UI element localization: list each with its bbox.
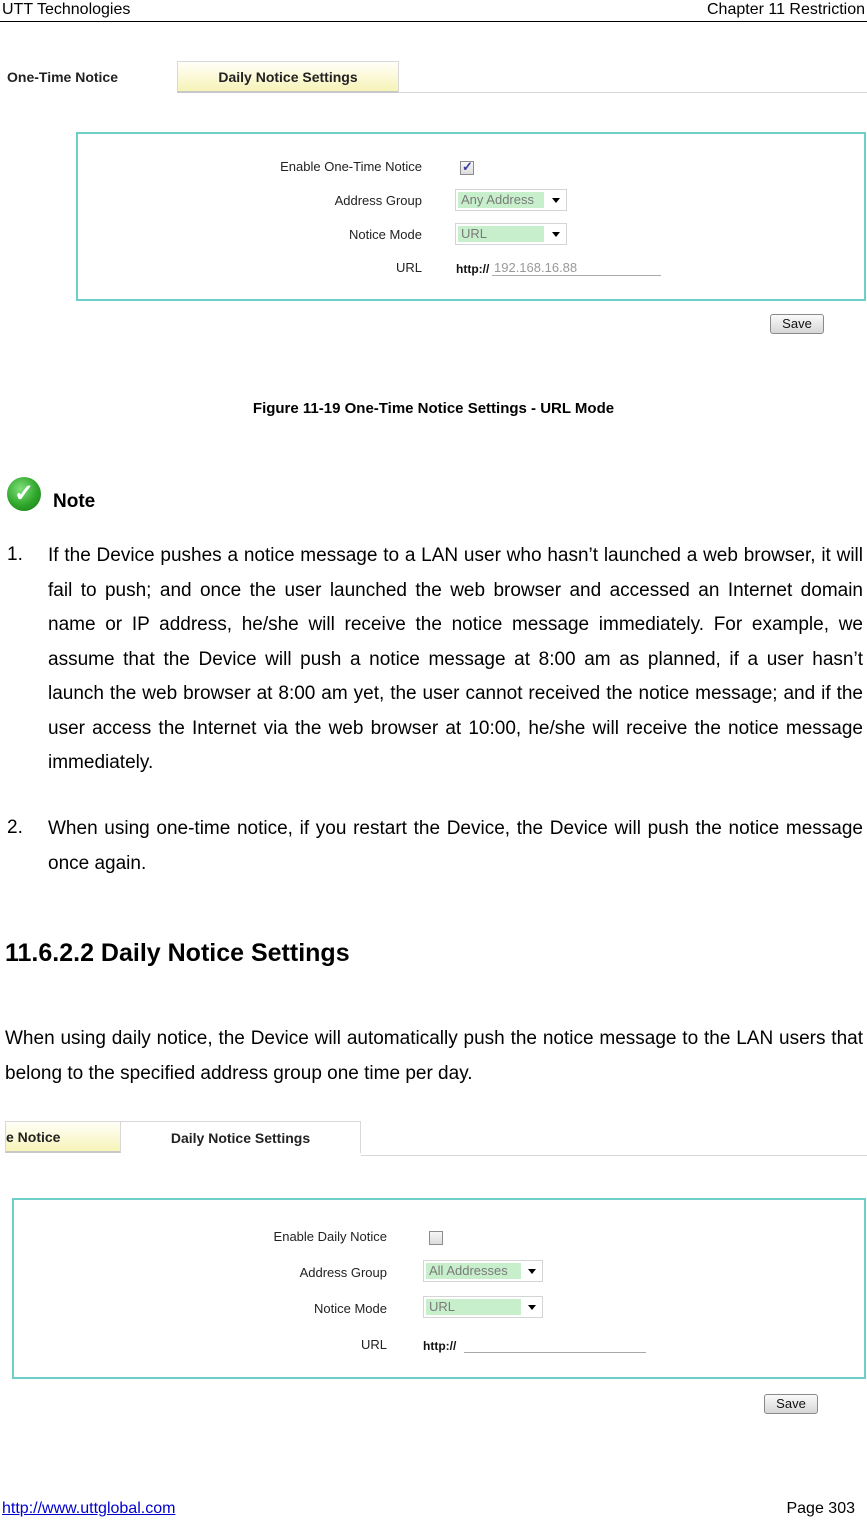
url-prefix: http:// bbox=[456, 262, 490, 276]
section-body-text: When using daily notice, the Device will… bbox=[5, 1028, 863, 1084]
enable-notice-label: Enable Daily Notice bbox=[273, 1229, 387, 1244]
save-button[interactable]: Save bbox=[770, 314, 824, 334]
address-group-label: Address Group bbox=[334, 193, 422, 208]
website-link[interactable]: http://www.uttglobal.com bbox=[2, 1500, 175, 1518]
figure-caption: Figure 11-19 One-Time Notice Settings - … bbox=[252, 400, 615, 417]
url-label: URL bbox=[395, 260, 422, 275]
chevron-down-icon bbox=[552, 198, 560, 203]
section-body: When using daily notice, the Device will… bbox=[5, 1022, 863, 1091]
url-prefix: http:// bbox=[423, 1339, 457, 1353]
tab-one-time-notice[interactable]: One-Time Notice bbox=[0, 61, 177, 93]
save-button[interactable]: Save bbox=[764, 1394, 818, 1414]
page-number: Page 303 bbox=[786, 1500, 855, 1517]
address-group-select[interactable]: Any Address bbox=[455, 189, 567, 211]
tab-divider bbox=[399, 92, 867, 93]
settings-panel: Enable One-Time Notice ✓ Address Group A… bbox=[76, 132, 866, 301]
note-item-text: When using one-time notice, if you resta… bbox=[48, 818, 863, 874]
tab-label: One-Time Notice bbox=[7, 69, 118, 85]
list-number: 1. bbox=[7, 544, 23, 565]
tab-label: Daily Notice Settings bbox=[170, 1129, 311, 1146]
tab-one-time-notice[interactable]: e Notice bbox=[5, 1121, 121, 1153]
page-header: UTT Technologies Chapter 11 Restriction bbox=[0, 0, 867, 22]
url-input[interactable] bbox=[492, 259, 661, 276]
tab-label: e Notice bbox=[6, 1128, 61, 1145]
enable-notice-checkbox[interactable] bbox=[429, 1231, 443, 1245]
notice-mode-select[interactable]: URL bbox=[455, 223, 567, 245]
enable-notice-checkbox[interactable]: ✓ bbox=[460, 159, 474, 175]
url-input[interactable] bbox=[464, 1336, 646, 1353]
green-check-icon: ✓ bbox=[7, 477, 41, 511]
notice-mode-label: Notice Mode bbox=[349, 227, 422, 242]
notice-mode-value: URL bbox=[426, 1299, 521, 1315]
chevron-down-icon bbox=[528, 1305, 536, 1310]
company-name: UTT Technologies bbox=[2, 1, 131, 18]
list-number: 2. bbox=[7, 817, 23, 838]
note-item: When using one-time notice, if you resta… bbox=[48, 812, 863, 881]
note-item-text: If the Device pushes a notice message to… bbox=[48, 545, 863, 773]
note-item: If the Device pushes a notice message to… bbox=[48, 539, 863, 781]
checkmark-icon: ✓ bbox=[462, 159, 473, 174]
tab-label: Daily Notice Settings bbox=[218, 68, 358, 85]
settings-panel: Enable Daily Notice Address Group All Ad… bbox=[12, 1198, 866, 1379]
enable-notice-label: Enable One-Time Notice bbox=[280, 159, 422, 174]
tab-daily-notice-settings[interactable]: Daily Notice Settings bbox=[177, 61, 399, 93]
notice-mode-select[interactable]: URL bbox=[423, 1296, 543, 1318]
tab-divider bbox=[361, 1155, 867, 1156]
address-group-label: Address Group bbox=[299, 1265, 387, 1280]
notice-mode-label: Notice Mode bbox=[314, 1301, 387, 1316]
address-group-value: Any Address bbox=[458, 192, 544, 208]
address-group-value: All Addresses bbox=[426, 1263, 521, 1279]
tab-bar: One-Time Notice Daily Notice Settings bbox=[0, 61, 867, 95]
tab-daily-notice-settings[interactable]: Daily Notice Settings bbox=[121, 1121, 361, 1153]
notice-mode-value: URL bbox=[458, 226, 544, 242]
url-label: URL bbox=[360, 1337, 387, 1352]
chapter-title: Chapter 11 Restriction bbox=[707, 1, 865, 18]
section-heading: 11.6.2.2 Daily Notice Settings bbox=[5, 939, 350, 967]
chevron-down-icon bbox=[552, 232, 560, 237]
chevron-down-icon bbox=[528, 1269, 536, 1274]
tab-bar: e Notice Daily Notice Settings bbox=[0, 1121, 867, 1156]
note-title: Note bbox=[53, 491, 96, 512]
address-group-select[interactable]: All Addresses bbox=[423, 1260, 543, 1282]
